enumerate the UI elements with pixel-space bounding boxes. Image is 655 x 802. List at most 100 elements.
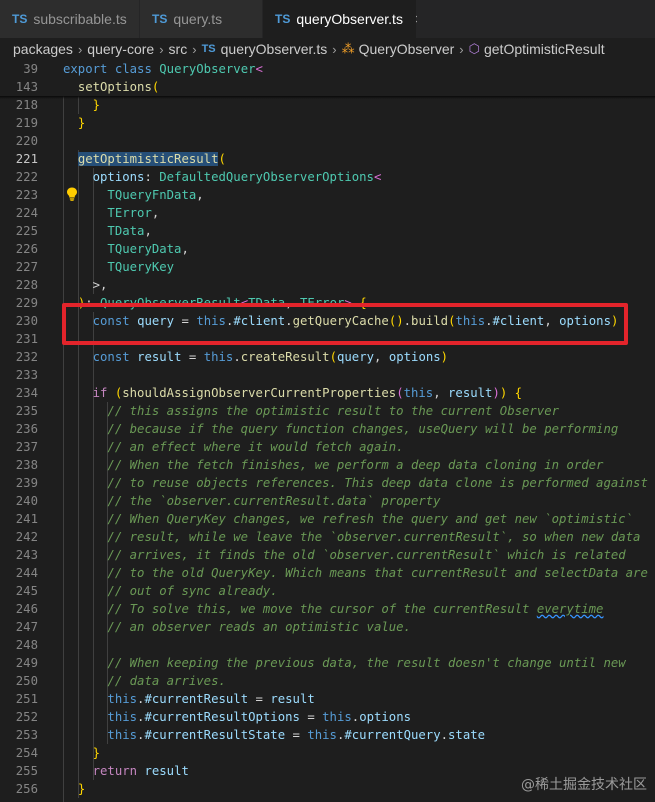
code-line[interactable]: 234 if (shouldAssignObserverCurrentPrope… xyxy=(0,384,655,402)
class-symbol-icon: ⁂ xyxy=(341,41,355,56)
line-number: 228 xyxy=(15,278,38,292)
code-line[interactable]: 248 xyxy=(0,636,655,654)
chevron-right-icon: › xyxy=(77,41,83,57)
code-line[interactable]: 236 // because if the query function cha… xyxy=(0,420,655,438)
lightbulb-icon[interactable] xyxy=(66,187,78,201)
code-line[interactable]: 241 // When QueryKey changes, we refresh… xyxy=(0,510,655,528)
line-number: 233 xyxy=(15,368,38,382)
tab-label: queryObserver.ts xyxy=(296,11,403,27)
line-number: 251 xyxy=(15,692,38,706)
line-number: 255 xyxy=(15,764,38,778)
code-text: TError, xyxy=(107,206,160,220)
breadcrumb-item-class[interactable]: QueryObserver xyxy=(359,41,455,57)
code-text: // this assigns the optimistic result to… xyxy=(107,404,560,418)
code-line[interactable]: 224 TError, xyxy=(0,204,655,222)
code-line[interactable]: 219 } xyxy=(0,114,655,132)
line-number: 256 xyxy=(15,782,38,796)
code-text: } xyxy=(77,116,86,130)
line-number: 247 xyxy=(15,620,38,634)
code-text: >, xyxy=(92,278,108,292)
code-line[interactable]: 250 // data arrives. xyxy=(0,672,655,690)
tab-label: query.ts xyxy=(173,11,223,27)
code-line[interactable]: 251 this.#currentResult = result xyxy=(0,690,655,708)
code-line[interactable]: 39 export class QueryObserver< xyxy=(0,60,655,78)
line-number: 257 xyxy=(0,798,38,802)
code-text: TData, xyxy=(107,224,152,238)
watermark: @稀土掘金技术社区 xyxy=(521,777,647,793)
line-number: 241 xyxy=(15,512,38,526)
code-line[interactable]: 232 const result = this.createResult(que… xyxy=(0,348,655,366)
code-line[interactable]: 257 xyxy=(0,798,655,802)
tab-query[interactable]: TS query.ts xyxy=(140,0,263,38)
code-line[interactable]: 242 // result, while we leave the `obser… xyxy=(0,528,655,546)
code-text: // data arrives. xyxy=(107,674,226,688)
breadcrumb: packages › query-core › src › TS queryOb… xyxy=(0,38,655,60)
code-line[interactable]: 225 TData, xyxy=(0,222,655,240)
chevron-right-icon: › xyxy=(192,41,197,57)
code-line[interactable]: 239 // to reuse objects references. This… xyxy=(0,474,655,492)
breadcrumb-item-method[interactable]: getOptimisticResult xyxy=(484,41,605,57)
code-line[interactable]: 143 setOptions( xyxy=(0,78,655,96)
code-text: // to reuse objects references. This dee… xyxy=(107,476,648,490)
code-line[interactable]: 223 TQueryFnData, xyxy=(0,186,655,204)
line-number: 246 xyxy=(15,602,38,616)
line-number: 226 xyxy=(15,242,38,256)
code-text: const result = this.createResult(query, … xyxy=(92,350,449,364)
code-text: TQueryKey xyxy=(107,260,175,274)
chevron-right-icon: › xyxy=(459,41,464,57)
line-number: 229 xyxy=(15,296,38,310)
code-text: this.#currentResultOptions = this.option… xyxy=(107,710,412,724)
code-text: export class QueryObserver< xyxy=(63,62,263,76)
tab-query-observer[interactable]: TS queryObserver.ts × xyxy=(263,0,424,38)
code-line[interactable]: 249 // When keeping the previous data, t… xyxy=(0,654,655,672)
breadcrumb-item-packages[interactable]: packages xyxy=(13,41,73,57)
line-number: 227 xyxy=(15,260,38,274)
line-number: 253 xyxy=(15,728,38,742)
tab-subscribable[interactable]: TS subscribable.ts xyxy=(0,0,140,38)
code-text: // the `observer.currentResult.data` pro… xyxy=(107,494,441,508)
code-text: // an effect where it would fetch again. xyxy=(107,440,404,454)
sticky-scroll-shadow xyxy=(0,96,655,99)
breadcrumb-item-src[interactable]: src xyxy=(169,41,188,57)
line-number: 245 xyxy=(15,584,38,598)
line-number: 143 xyxy=(15,80,38,94)
code-line[interactable]: 228 >, xyxy=(0,276,655,294)
line-number: 222 xyxy=(15,170,38,184)
code-line[interactable]: 244 // to the old QueryKey. Which means … xyxy=(0,564,655,582)
code-line[interactable]: 221 getOptimisticResult( xyxy=(0,150,655,168)
typescript-file-icon: TS xyxy=(201,43,216,55)
tab-bar-empty-space xyxy=(417,0,655,38)
code-text: // When keeping the previous data, the r… xyxy=(107,656,626,670)
code-line[interactable]: 243 // arrives, it finds the old `observ… xyxy=(0,546,655,564)
code-line[interactable]: 220 xyxy=(0,132,655,150)
code-line[interactable]: 235 // this assigns the optimistic resul… xyxy=(0,402,655,420)
code-line[interactable]: 237 // an effect where it would fetch ag… xyxy=(0,438,655,456)
breadcrumb-item-file[interactable]: queryObserver.ts xyxy=(221,41,328,57)
code-line[interactable]: 247 // an observer reads an optimistic v… xyxy=(0,618,655,636)
code-line[interactable]: 245 // out of sync already. xyxy=(0,582,655,600)
line-number: 236 xyxy=(15,422,38,436)
line-number: 252 xyxy=(15,710,38,724)
code-editor[interactable]: 39 export class QueryObserver< 143 setOpti… xyxy=(0,60,655,802)
code-line[interactable]: 240 // the `observer.currentResult.data`… xyxy=(0,492,655,510)
line-number: 254 xyxy=(15,746,38,760)
code-text: getOptimisticResult( xyxy=(77,152,226,166)
line-number: 243 xyxy=(15,548,38,562)
editor-tab-bar: TS subscribable.ts TS query.ts TS queryO… xyxy=(0,0,655,38)
code-line[interactable]: 238 // When the fetch finishes, we perfo… xyxy=(0,456,655,474)
line-number: 232 xyxy=(15,350,38,364)
code-line[interactable]: 227 TQueryKey xyxy=(0,258,655,276)
code-text: } xyxy=(77,782,86,796)
code-line[interactable]: 252 this.#currentResultOptions = this.op… xyxy=(0,708,655,726)
code-line[interactable]: 253 this.#currentResultState = this.#cur… xyxy=(0,726,655,744)
code-line[interactable]: 226 TQueryData, xyxy=(0,240,655,258)
code-text: // because if the query function changes… xyxy=(107,422,619,436)
code-line[interactable]: 233 xyxy=(0,366,655,384)
line-number: 250 xyxy=(15,674,38,688)
code-text: // When QueryKey changes, we refresh the… xyxy=(107,512,634,526)
line-number: 225 xyxy=(15,224,38,238)
code-line[interactable]: 254 } xyxy=(0,744,655,762)
code-line[interactable]: 246 // To solve this, we move the cursor… xyxy=(0,600,655,618)
code-line[interactable]: 222 options: DefaultedQueryObserverOptio… xyxy=(0,168,655,186)
breadcrumb-item-query-core[interactable]: query-core xyxy=(87,41,154,57)
